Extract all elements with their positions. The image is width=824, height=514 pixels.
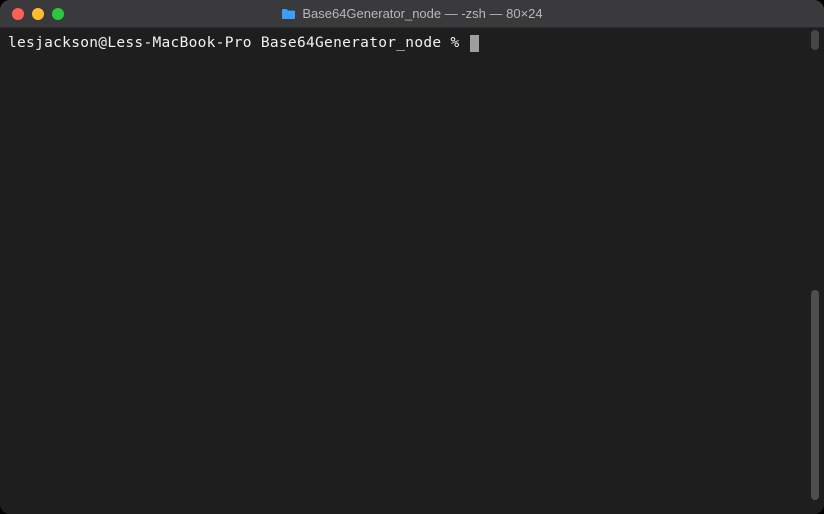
minimize-button[interactable]	[32, 8, 44, 20]
titlebar[interactable]: Base64Generator_node — -zsh — 80×24	[0, 0, 824, 28]
text-cursor	[470, 35, 479, 52]
traffic-lights	[12, 8, 64, 20]
scrollbar-indicator	[811, 30, 819, 50]
window-title: Base64Generator_node — -zsh — 80×24	[302, 6, 542, 21]
terminal-body[interactable]: lesjackson@Less-MacBook-Pro Base64Genera…	[0, 28, 824, 514]
maximize-button[interactable]	[52, 8, 64, 20]
prompt-line: lesjackson@Less-MacBook-Pro Base64Genera…	[8, 34, 816, 52]
scrollbar-track[interactable]	[809, 30, 822, 512]
close-button[interactable]	[12, 8, 24, 20]
window-title-wrap: Base64Generator_node — -zsh — 80×24	[281, 6, 542, 21]
scrollbar-thumb[interactable]	[811, 290, 819, 500]
folder-icon	[281, 8, 296, 20]
prompt-text: lesjackson@Less-MacBook-Pro Base64Genera…	[8, 34, 469, 52]
terminal-window: Base64Generator_node — -zsh — 80×24 lesj…	[0, 0, 824, 514]
